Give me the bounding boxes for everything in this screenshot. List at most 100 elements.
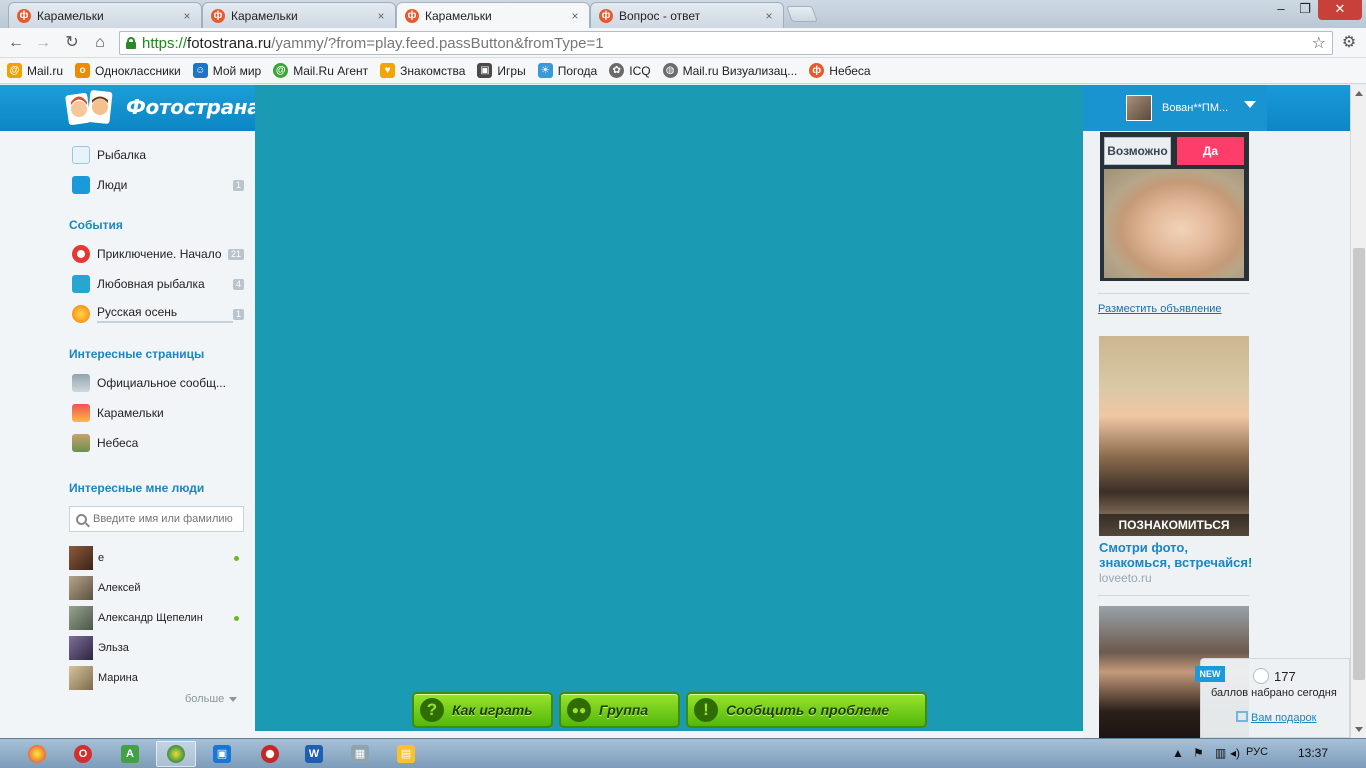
scroll-up-arrow-icon[interactable]	[1355, 91, 1363, 96]
site-logo[interactable]: Фотострана	[0, 85, 261, 131]
new-tab-button[interactable]	[786, 6, 818, 22]
ad-photo[interactable]	[1099, 336, 1249, 536]
more-people-link[interactable]: больше	[185, 693, 238, 705]
sidebar-item-page[interactable]: Небеса	[72, 432, 244, 454]
bookmark-icq[interactable]: ✿ ICQ	[609, 63, 651, 78]
media-app-icon	[261, 745, 279, 763]
sidebar-item-page[interactable]: Карамельки	[72, 402, 244, 424]
how-to-play-button[interactable]: ? Как играть	[412, 692, 553, 728]
person-row[interactable]: Марина	[69, 666, 239, 690]
bookmark-mailru-visual[interactable]: ◍ Mail.ru Визуализац...	[662, 63, 797, 78]
close-tab-icon[interactable]: ×	[763, 10, 775, 22]
bookmark-mailru[interactable]: @ Mail.ru	[7, 63, 63, 78]
sidebar-item-label: Небеса	[97, 436, 139, 450]
person-row[interactable]: Алексей	[69, 576, 239, 600]
browser-tab[interactable]: ф Карамельки ×	[8, 2, 202, 28]
sidebar-item-page[interactable]: Официальное сообщ...	[72, 372, 244, 394]
page-scrollbar[interactable]	[1350, 85, 1366, 738]
scroll-down-arrow-icon[interactable]	[1355, 727, 1363, 732]
points-icon	[1253, 668, 1269, 684]
sidebar-item-fishing[interactable]: Рыбалка	[72, 144, 244, 166]
close-tab-icon[interactable]: ×	[569, 10, 581, 22]
taskbar-item[interactable]	[17, 741, 57, 767]
people-search-field[interactable]	[69, 506, 244, 532]
taskbar-item[interactable]: A	[110, 741, 150, 767]
network-icon[interactable]: ▥	[1215, 746, 1226, 760]
close-tab-icon[interactable]: ×	[181, 10, 193, 22]
minimize-window-button[interactable]: –	[1270, 0, 1292, 20]
bookmark-dating[interactable]: ♥ Знакомства	[380, 63, 465, 78]
section-heading-pages: Интересные страницы	[69, 347, 205, 361]
taskbar-item[interactable]: W	[294, 741, 334, 767]
ad-domain[interactable]: loveeto.ru	[1099, 571, 1152, 585]
language-indicator[interactable]: РУС	[1246, 746, 1268, 758]
chevron-down-icon	[229, 696, 238, 702]
people-search-input[interactable]	[93, 513, 238, 525]
forward-icon[interactable]: →	[33, 33, 53, 53]
sidebar-item-people[interactable]: Люди 1	[72, 174, 244, 196]
browser-tab[interactable]: ф Вопрос - ответ ×	[590, 2, 784, 28]
reload-icon[interactable]: ↻	[62, 33, 82, 53]
bookmark-moimir[interactable]: ☺ Мой мир	[192, 63, 261, 78]
clock[interactable]: 13:37	[1298, 746, 1328, 760]
ad-meet-button[interactable]: ПОЗНАКОМИТЬСЯ	[1099, 514, 1249, 536]
person-row[interactable]: Александр Щепелин	[69, 606, 239, 630]
scrollbar-thumb[interactable]	[1353, 248, 1365, 680]
post-ad-link[interactable]: Разместить объявление	[1098, 303, 1222, 315]
sidebar-item-event[interactable]: Любовная рыбалка 4	[72, 273, 244, 295]
settings-wrench-icon[interactable]: ⚙	[1339, 33, 1359, 53]
sidebar-item-label: Любовная рыбалка	[97, 277, 205, 291]
agent-app-icon: A	[121, 745, 139, 763]
bookmark-star-icon[interactable]: ☆	[1312, 33, 1326, 53]
button-label: Как играть	[452, 702, 533, 718]
taskbar-item[interactable]: ▣	[202, 741, 242, 767]
count-badge: 1	[232, 179, 244, 191]
bookmarks-bar: @ Mail.ru о Одноклассники ☺ Мой мир @ Mail.R…	[0, 58, 1366, 84]
sidebar-item-event[interactable]: Приключение. Начало 21	[72, 243, 244, 265]
close-window-button[interactable]: ✕	[1318, 0, 1362, 20]
browser-tab[interactable]: ф Карамельки ×	[202, 2, 396, 28]
bookmark-odnoklassniki[interactable]: о Одноклассники	[75, 63, 181, 78]
taskbar-item[interactable]	[250, 741, 290, 767]
maximize-window-button[interactable]: ❐	[1294, 0, 1316, 20]
ad-headline[interactable]: Смотри фото, знакомься, встречайся!	[1099, 540, 1254, 570]
dating-profile-photo[interactable]	[1104, 169, 1244, 278]
lock-icon	[126, 37, 136, 49]
fotostrana-icon: ф	[809, 63, 825, 78]
bookmark-weather[interactable]: ☀ Погода	[537, 63, 597, 78]
game-canvas[interactable]	[255, 85, 1083, 738]
taskbar-item-active[interactable]	[156, 741, 196, 767]
bookmark-games[interactable]: ▣ Игры	[477, 63, 526, 78]
dating-icon: ♥	[380, 63, 396, 78]
sidebar-item-event[interactable]: Русская осень 1	[72, 303, 244, 325]
taskbar-item[interactable]: ▤	[386, 741, 426, 767]
home-icon[interactable]: ⌂	[90, 33, 110, 53]
flag-icon[interactable]: ⚑	[1193, 746, 1204, 760]
maybe-button[interactable]: Возможно	[1104, 137, 1171, 165]
autumn-icon	[72, 305, 90, 323]
user-avatar[interactable]	[1126, 95, 1152, 121]
group-button[interactable]: ●● Группа	[559, 692, 680, 728]
count-badge: 1	[232, 308, 244, 320]
person-row[interactable]: Эльза	[69, 636, 239, 660]
chevron-down-icon[interactable]	[1244, 101, 1256, 108]
bookmark-nebesa[interactable]: ф Небеса	[809, 63, 871, 78]
taskbar-item[interactable]: ▦	[340, 741, 380, 767]
browser-tab-active[interactable]: ф Карамельки ×	[396, 2, 590, 28]
back-icon[interactable]: ←	[6, 33, 26, 53]
bookmark-label: Знакомства	[400, 63, 466, 78]
bookmark-agent[interactable]: @ Mail.Ru Агент	[273, 63, 368, 78]
volume-icon[interactable]: ◂)	[1230, 746, 1240, 760]
close-tab-icon[interactable]: ×	[375, 10, 387, 22]
taskbar-item[interactable]: O	[63, 741, 103, 767]
user-name[interactable]: Вован**ПМ...	[1162, 102, 1228, 114]
person-name: Марина	[98, 672, 138, 684]
yes-button[interactable]: Да	[1177, 137, 1244, 165]
report-problem-button[interactable]: ! Сообщить о проблеме	[686, 692, 927, 728]
bookmark-label: Mail.ru	[27, 63, 64, 78]
gift-link[interactable]: Вам подарок	[1251, 712, 1317, 724]
tray-expand-icon[interactable]: ▲	[1172, 746, 1184, 760]
person-row[interactable]: е	[69, 546, 239, 570]
address-bar[interactable]: https://fotostrana.ru/yammy/?from=play.f…	[119, 31, 1333, 55]
sidebar-item-label: Приключение. Начало	[97, 247, 222, 261]
